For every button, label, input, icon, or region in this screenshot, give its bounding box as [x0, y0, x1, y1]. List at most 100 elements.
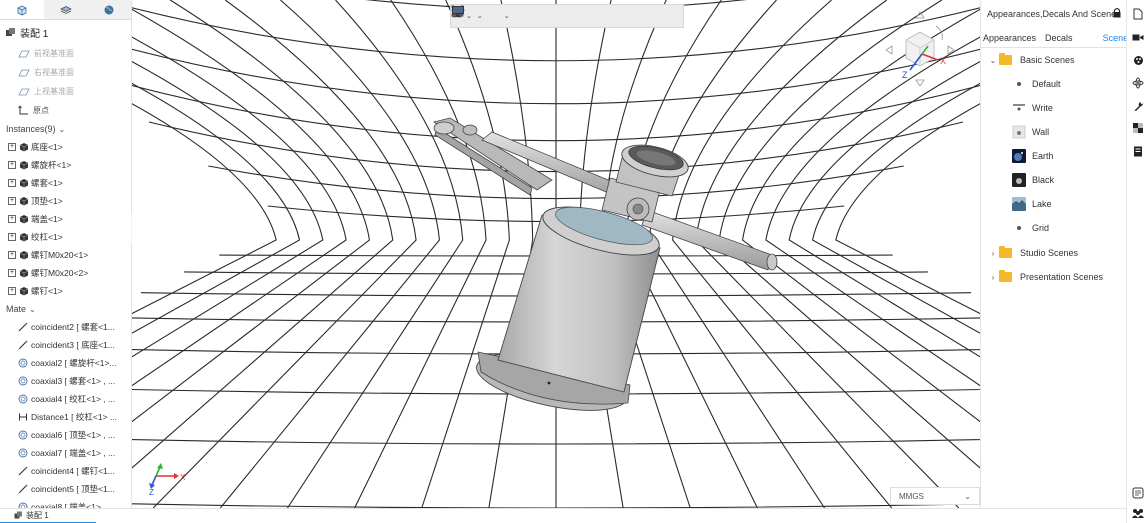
- instance-row[interactable]: + 螺钉M0x20<1>: [0, 246, 131, 264]
- instance-row[interactable]: + 螺钉<1>: [0, 282, 131, 300]
- instances-header[interactable]: Instances(9) ⌄: [0, 120, 131, 138]
- view-cube-down-arrow[interactable]: [915, 79, 925, 87]
- expand-plus-icon[interactable]: +: [8, 179, 16, 187]
- plane-front[interactable]: 前视基准面: [0, 44, 131, 63]
- folder-label: Studio Scenes: [1020, 248, 1079, 258]
- scene-item[interactable]: Earth: [981, 144, 1127, 168]
- mate-row[interactable]: Distance1 [ 绞杠<1> ...: [0, 408, 131, 426]
- tab-globe[interactable]: [87, 0, 131, 19]
- folder-studio-scenes[interactable]: › Studio Scenes: [981, 241, 1127, 265]
- instance-row[interactable]: + 端盖<1>: [0, 210, 131, 228]
- monitor-button[interactable]: ⌄: [452, 6, 512, 26]
- scene-item[interactable]: Grid: [981, 216, 1127, 240]
- instance-row[interactable]: + 底座<1>: [0, 138, 131, 156]
- tab-layers[interactable]: [44, 0, 88, 19]
- expand-plus-icon[interactable]: +: [8, 161, 16, 169]
- lock-icon[interactable]: [1112, 7, 1122, 18]
- checker-button[interactable]: [1131, 121, 1145, 135]
- view-cube-rotate-arrow[interactable]: [935, 25, 943, 41]
- video-camera-button[interactable]: [1131, 30, 1145, 44]
- scene-item[interactable]: Write: [981, 96, 1127, 120]
- instance-row[interactable]: + 螺钉M0x20<2>: [0, 264, 131, 282]
- assembly-icon: [14, 511, 22, 519]
- mate-row[interactable]: coincident3 [ 底座<1...: [0, 336, 131, 354]
- document-tab[interactable]: 装配 1: [0, 509, 96, 523]
- part-icon: [19, 179, 29, 188]
- mate-row[interactable]: coincident5 [ 顶垫<1...: [0, 480, 131, 498]
- scene-item[interactable]: Default: [981, 72, 1127, 96]
- video-camera-icon: [1132, 34, 1144, 40]
- mate-row[interactable]: coaxial3 [ 螺套<1> , ...: [0, 372, 131, 390]
- scene-item[interactable]: Black: [981, 168, 1127, 192]
- mate-row[interactable]: coaxial4 [ 绞杠<1> , ...: [0, 390, 131, 408]
- expand-plus-icon[interactable]: +: [8, 251, 16, 259]
- expand-plus-icon[interactable]: +: [8, 197, 16, 205]
- plane-right[interactable]: 右视基准面: [0, 63, 131, 82]
- view-cube[interactable]: X Z: [874, 8, 966, 90]
- scene-item[interactable]: Lake: [981, 192, 1127, 216]
- mate-row[interactable]: coaxial7 [ 端盖<1> , ...: [0, 444, 131, 462]
- tab-appearances[interactable]: Appearances: [983, 28, 1036, 48]
- view-cube-right-arrow[interactable]: [947, 45, 955, 55]
- expand-plus-icon[interactable]: +: [8, 233, 16, 241]
- instance-row[interactable]: + 螺套<1>: [0, 174, 131, 192]
- origin-icon: [18, 105, 28, 115]
- tab-assembly-tree[interactable]: [0, 0, 44, 19]
- folder-label: Presentation Scenes: [1020, 272, 1104, 282]
- view-cube-z-label: Z: [902, 70, 908, 80]
- mate-row[interactable]: coaxial2 [ 螺旋杆<1>...: [0, 354, 131, 372]
- mate-row[interactable]: coaxial8 [ 端盖<1> ...: [0, 498, 131, 508]
- mate-label: coincident3 [ 底座<1...: [31, 340, 115, 350]
- mate-list: coincident2 [ 螺套<1... coincident3 [ 底座<1.…: [0, 318, 131, 508]
- mate-label: coincident2 [ 螺套<1...: [31, 322, 115, 332]
- palette-button[interactable]: [1131, 53, 1145, 67]
- mate-row[interactable]: coaxial6 [ 顶垫<1> , ...: [0, 426, 131, 444]
- instance-label: 螺旋杆<1>: [31, 160, 72, 170]
- view-cube-left-arrow[interactable]: [885, 45, 893, 55]
- mate-row[interactable]: coincident4 [ 螺钉<1...: [0, 462, 131, 480]
- palette-icon: [1133, 55, 1143, 65]
- document-button[interactable]: [1131, 7, 1145, 21]
- units-select[interactable]: MMGS ⌄: [890, 487, 980, 505]
- expand-plus-icon[interactable]: +: [8, 269, 16, 277]
- tab-decals[interactable]: Decals: [1045, 28, 1073, 48]
- assembly-root-label: 装配 1: [20, 28, 49, 40]
- mate-label: coaxial6 [ 顶垫<1> , ...: [31, 430, 116, 440]
- plane-icon: [18, 69, 30, 77]
- atom-button[interactable]: [1131, 76, 1145, 90]
- scene-item-label: Grid: [1032, 223, 1050, 233]
- instance-row[interactable]: + 顶垫<1>: [0, 192, 131, 210]
- expand-plus-icon[interactable]: +: [8, 287, 16, 295]
- mate-header[interactable]: Mate ⌄: [0, 300, 131, 318]
- folder-basic-scenes[interactable]: ⌄ Basic Scenes: [981, 48, 1127, 72]
- folder-presentation-scenes[interactable]: › Presentation Scenes: [981, 265, 1127, 289]
- instance-row[interactable]: + 绞杠<1>: [0, 228, 131, 246]
- visibility-button[interactable]: ⌄: [451, 6, 485, 26]
- notes-button[interactable]: [1131, 486, 1145, 500]
- scene-item[interactable]: Wall: [981, 120, 1127, 144]
- mate-label: coaxial8 [ 端盖<1> ...: [31, 502, 111, 508]
- origin-row[interactable]: 原点: [0, 101, 131, 120]
- part-icon: [19, 143, 29, 152]
- chevron-down-icon: ⌄: [989, 55, 997, 65]
- users-button[interactable]: [1131, 506, 1145, 520]
- 3d-viewport[interactable]: ⌄ ⌄ ⌄ X Z X Z MMGS ⌄: [132, 0, 980, 508]
- mate-label: Distance1 [ 绞杠<1> ...: [31, 412, 117, 422]
- appearances-tabs: Appearances Decals Scenes: [981, 28, 1133, 48]
- report-icon: [1134, 146, 1142, 156]
- scene-default-icon: [1017, 226, 1021, 230]
- plane-top[interactable]: 上视基准面: [0, 82, 131, 101]
- instance-row[interactable]: + 螺旋杆<1>: [0, 156, 131, 174]
- report-button[interactable]: [1131, 144, 1145, 158]
- assembly-root[interactable]: 装配 1: [0, 20, 131, 44]
- plane-icon: [18, 50, 30, 58]
- expand-plus-icon[interactable]: +: [8, 143, 16, 151]
- mate-row[interactable]: coincident2 [ 螺套<1...: [0, 318, 131, 336]
- wrench-button[interactable]: [1131, 99, 1145, 113]
- document-tab-bar: 装配 1: [0, 508, 1126, 523]
- expand-plus-icon[interactable]: +: [8, 215, 16, 223]
- document-tab-label: 装配 1: [26, 511, 49, 520]
- scene-item-label: Wall: [1032, 127, 1050, 137]
- grid-lines: [132, 0, 980, 508]
- view-cube-up-arrow[interactable]: [915, 11, 925, 19]
